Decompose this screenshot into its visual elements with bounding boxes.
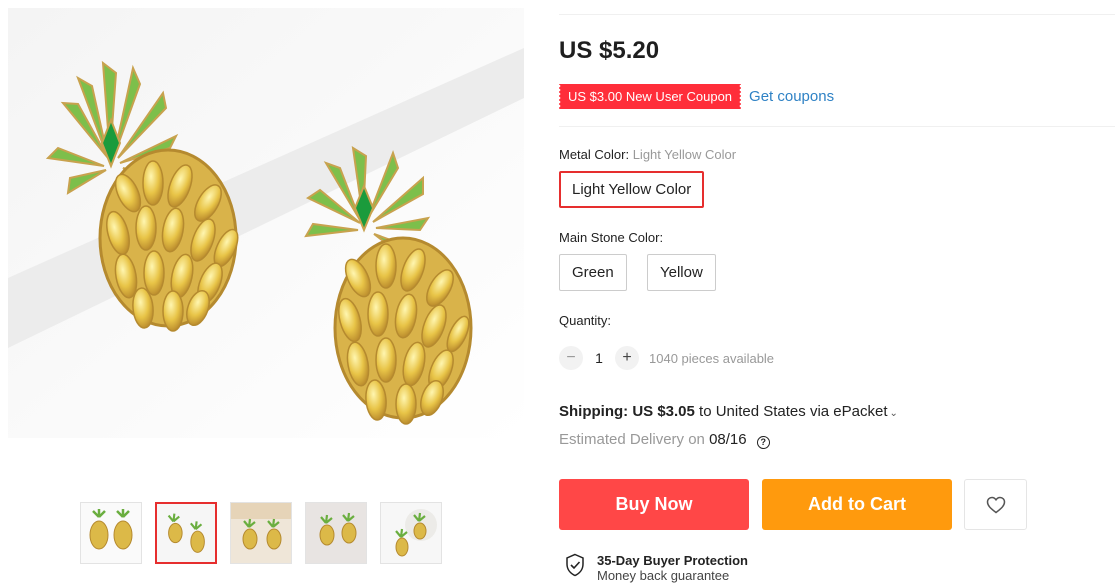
thumbnail[interactable] (380, 502, 442, 564)
get-coupons-link[interactable]: Get coupons (749, 88, 834, 105)
quantity-stepper: − 1 + 1040 pieces available (559, 346, 774, 370)
wishlist-button[interactable] (964, 479, 1027, 530)
metal-color-selected-value: Light Yellow Color (632, 147, 737, 162)
thumbnail[interactable] (305, 502, 367, 564)
buyer-protection-title: 35-Day Buyer Protection (597, 553, 748, 568)
product-details: US $5.20 US $3.00 New User Coupon Get co… (559, 0, 1115, 585)
buyer-protection-text: 35-Day Buyer Protection Money back guara… (597, 553, 748, 583)
thumbnail[interactable] (230, 502, 292, 564)
shipping-info[interactable]: Shipping: US $3.05 to United States via … (559, 403, 898, 420)
estimated-delivery: Estimated Delivery on 08/16 ? (559, 431, 770, 449)
quantity-value[interactable]: 1 (583, 350, 615, 366)
thumbnail[interactable] (80, 502, 142, 564)
heart-icon (986, 496, 1005, 513)
delivery-label: Estimated Delivery on (559, 431, 705, 448)
quantity-decrease-button[interactable]: − (559, 346, 583, 370)
shipping-label: Shipping: (559, 403, 629, 420)
product-price: US $5.20 (559, 37, 660, 64)
thumbnail-strip (80, 502, 455, 564)
shield-check-icon (566, 553, 584, 577)
add-to-cart-button[interactable]: Add to Cart (762, 479, 952, 530)
shipping-destination: to United States via ePacket (699, 403, 888, 420)
quantity-increase-button[interactable]: + (615, 346, 639, 370)
sku-option-light-yellow-color[interactable]: Light Yellow Color (559, 171, 705, 208)
buy-now-button[interactable]: Buy Now (559, 479, 749, 530)
sku-option-yellow[interactable]: Yellow (647, 254, 716, 291)
product-gallery (0, 0, 540, 585)
divider (559, 14, 1115, 15)
help-icon[interactable]: ? (756, 436, 770, 449)
shipping-cost: US $3.05 (632, 403, 695, 420)
delivery-date: 08/16 (709, 431, 747, 448)
chevron-down-icon[interactable]: ⌄ (889, 408, 897, 419)
thumbnail[interactable] (155, 502, 217, 564)
metal-color-label: Metal Color: Light Yellow Color (559, 147, 736, 162)
divider (559, 126, 1115, 127)
coupon-row: US $3.00 New User Coupon Get coupons (559, 84, 834, 109)
main-stone-color-label: Main Stone Color: (559, 230, 664, 245)
sku-option-green[interactable]: Green (559, 254, 627, 291)
pieces-available: 1040 pieces available (649, 350, 775, 366)
metal-color-title: Metal Color: (559, 147, 633, 162)
buyer-protection-subtitle: Money back guarantee (597, 568, 730, 583)
new-user-coupon-badge: US $3.00 New User Coupon (559, 84, 742, 109)
main-product-image[interactable] (8, 8, 524, 438)
buyer-protection: 35-Day Buyer Protection Money back guara… (565, 553, 748, 583)
quantity-label: Quantity: (559, 313, 612, 328)
